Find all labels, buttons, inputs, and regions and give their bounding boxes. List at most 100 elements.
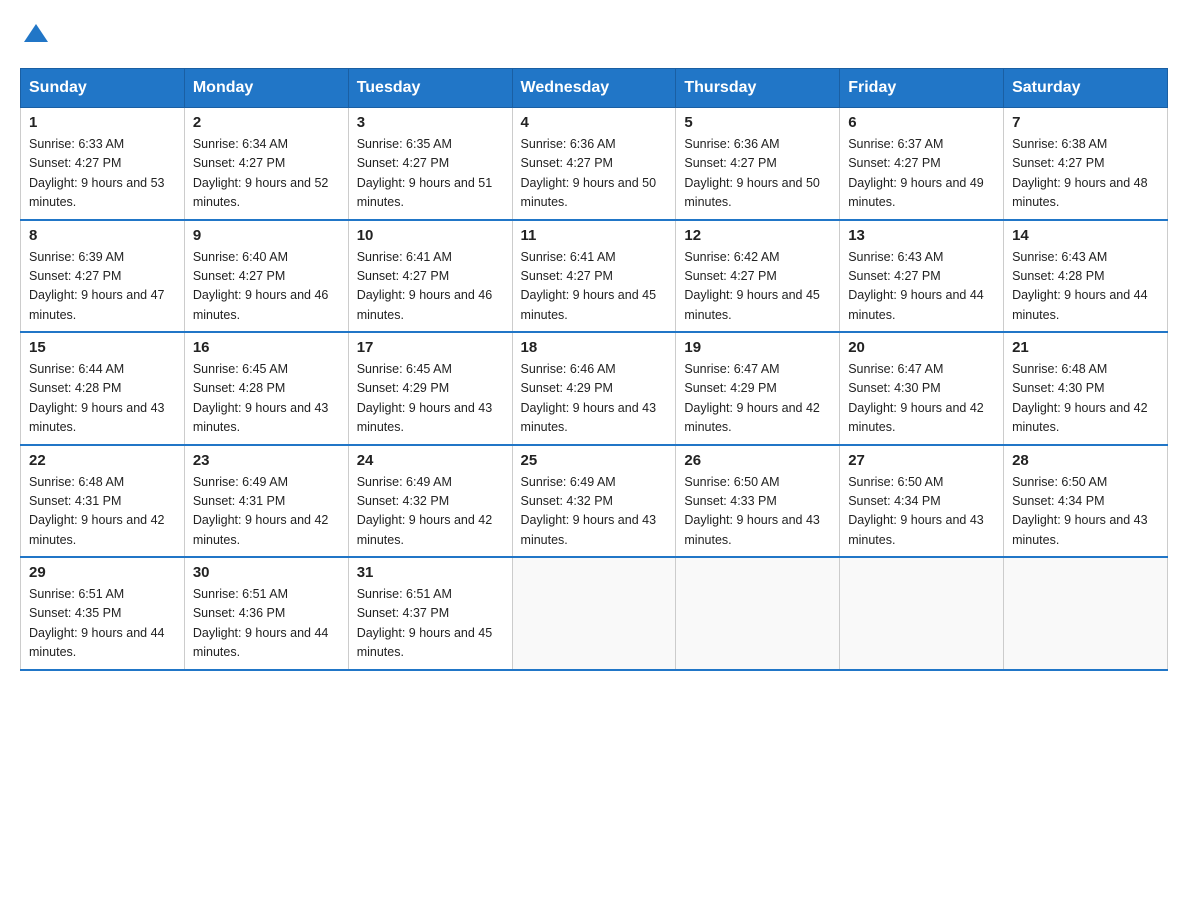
calendar-cell: 30 Sunrise: 6:51 AMSunset: 4:36 PMDayligh… [184, 557, 348, 670]
day-number: 4 [521, 114, 668, 131]
calendar-cell: 15 Sunrise: 6:44 AMSunset: 4:28 PMDayligh… [21, 332, 185, 445]
day-info: Sunrise: 6:45 AMSunset: 4:29 PMDaylight:… [357, 360, 504, 438]
calendar-cell: 31 Sunrise: 6:51 AMSunset: 4:37 PMDayligh… [348, 557, 512, 670]
calendar-cell: 14 Sunrise: 6:43 AMSunset: 4:28 PMDayligh… [1004, 220, 1168, 333]
day-info: Sunrise: 6:46 AMSunset: 4:29 PMDaylight:… [521, 360, 668, 438]
day-info: Sunrise: 6:37 AMSunset: 4:27 PMDaylight:… [848, 135, 995, 213]
day-info: Sunrise: 6:51 AMSunset: 4:35 PMDaylight:… [29, 585, 176, 663]
calendar-week-row: 29 Sunrise: 6:51 AMSunset: 4:35 PMDayligh… [21, 557, 1168, 670]
day-info: Sunrise: 6:41 AMSunset: 4:27 PMDaylight:… [521, 248, 668, 326]
day-number: 3 [357, 114, 504, 131]
day-info: Sunrise: 6:41 AMSunset: 4:27 PMDaylight:… [357, 248, 504, 326]
calendar-cell: 1Sunrise: 6:33 AMSunset: 4:27 PMDaylight… [21, 108, 185, 220]
calendar-cell: 26 Sunrise: 6:50 AMSunset: 4:33 PMDayligh… [676, 445, 840, 558]
day-number: 22 [29, 452, 176, 469]
calendar-week-row: 15 Sunrise: 6:44 AMSunset: 4:28 PMDayligh… [21, 332, 1168, 445]
day-info: Sunrise: 6:42 AMSunset: 4:27 PMDaylight:… [684, 248, 831, 326]
weekday-header-sunday: Sunday [21, 69, 185, 108]
day-number: 2 [193, 114, 340, 131]
day-number: 30 [193, 564, 340, 581]
day-info: Sunrise: 6:49 AMSunset: 4:32 PMDaylight:… [357, 473, 504, 551]
calendar-cell [676, 557, 840, 670]
calendar-cell: 12 Sunrise: 6:42 AMSunset: 4:27 PMDayligh… [676, 220, 840, 333]
day-info: Sunrise: 6:39 AMSunset: 4:27 PMDaylight:… [29, 248, 176, 326]
day-number: 6 [848, 114, 995, 131]
weekday-header-friday: Friday [840, 69, 1004, 108]
calendar-cell: 27 Sunrise: 6:50 AMSunset: 4:34 PMDayligh… [840, 445, 1004, 558]
day-info: Sunrise: 6:44 AMSunset: 4:28 PMDaylight:… [29, 360, 176, 438]
day-number: 20 [848, 339, 995, 356]
calendar-cell: 20 Sunrise: 6:47 AMSunset: 4:30 PMDayligh… [840, 332, 1004, 445]
calendar-cell: 2 Sunrise: 6:34 AMSunset: 4:27 PMDaylight… [184, 108, 348, 220]
calendar-cell: 25Sunrise: 6:49 AMSunset: 4:32 PMDayligh… [512, 445, 676, 558]
day-info: Sunrise: 6:51 AMSunset: 4:36 PMDaylight:… [193, 585, 340, 663]
calendar-cell: 21 Sunrise: 6:48 AMSunset: 4:30 PMDayligh… [1004, 332, 1168, 445]
day-number: 7 [1012, 114, 1159, 131]
weekday-header-saturday: Saturday [1004, 69, 1168, 108]
page-header [20, 20, 1168, 48]
day-number: 14 [1012, 227, 1159, 244]
day-info: Sunrise: 6:40 AMSunset: 4:27 PMDaylight:… [193, 248, 340, 326]
logo-triangle-icon [22, 20, 50, 48]
calendar-cell: 10 Sunrise: 6:41 AMSunset: 4:27 PMDayligh… [348, 220, 512, 333]
calendar-cell: 29 Sunrise: 6:51 AMSunset: 4:35 PMDayligh… [21, 557, 185, 670]
day-info: Sunrise: 6:47 AMSunset: 4:29 PMDaylight:… [684, 360, 831, 438]
day-info: Sunrise: 6:45 AMSunset: 4:28 PMDaylight:… [193, 360, 340, 438]
day-number: 28 [1012, 452, 1159, 469]
day-number: 26 [684, 452, 831, 469]
day-info: Sunrise: 6:48 AMSunset: 4:30 PMDaylight:… [1012, 360, 1159, 438]
day-info: Sunrise: 6:50 AMSunset: 4:34 PMDaylight:… [848, 473, 995, 551]
calendar-cell: 19 Sunrise: 6:47 AMSunset: 4:29 PMDayligh… [676, 332, 840, 445]
weekday-header-tuesday: Tuesday [348, 69, 512, 108]
calendar-cell: 13 Sunrise: 6:43 AMSunset: 4:27 PMDayligh… [840, 220, 1004, 333]
calendar-cell: 23Sunrise: 6:49 AMSunset: 4:31 PMDayligh… [184, 445, 348, 558]
calendar-cell: 7 Sunrise: 6:38 AMSunset: 4:27 PMDaylight… [1004, 108, 1168, 220]
calendar-week-row: 8 Sunrise: 6:39 AMSunset: 4:27 PMDaylight… [21, 220, 1168, 333]
day-number: 31 [357, 564, 504, 581]
day-number: 21 [1012, 339, 1159, 356]
day-number: 8 [29, 227, 176, 244]
calendar-cell [512, 557, 676, 670]
calendar-cell: 3 Sunrise: 6:35 AMSunset: 4:27 PMDaylight… [348, 108, 512, 220]
day-info: Sunrise: 6:35 AMSunset: 4:27 PMDaylight:… [357, 135, 504, 213]
day-number: 12 [684, 227, 831, 244]
calendar-cell [840, 557, 1004, 670]
day-number: 15 [29, 339, 176, 356]
weekday-header-thursday: Thursday [676, 69, 840, 108]
day-number: 13 [848, 227, 995, 244]
day-info: Sunrise: 6:48 AMSunset: 4:31 PMDaylight:… [29, 473, 176, 551]
day-number: 27 [848, 452, 995, 469]
day-info: Sunrise: 6:43 AMSunset: 4:27 PMDaylight:… [848, 248, 995, 326]
calendar-cell: 24 Sunrise: 6:49 AMSunset: 4:32 PMDayligh… [348, 445, 512, 558]
day-number: 5 [684, 114, 831, 131]
calendar-cell [1004, 557, 1168, 670]
calendar-cell: 6 Sunrise: 6:37 AMSunset: 4:27 PMDaylight… [840, 108, 1004, 220]
weekday-header-monday: Monday [184, 69, 348, 108]
day-info: Sunrise: 6:43 AMSunset: 4:28 PMDaylight:… [1012, 248, 1159, 326]
day-info: Sunrise: 6:34 AMSunset: 4:27 PMDaylight:… [193, 135, 340, 213]
day-info: Sunrise: 6:38 AMSunset: 4:27 PMDaylight:… [1012, 135, 1159, 213]
day-number: 23 [193, 452, 340, 469]
day-info: Sunrise: 6:47 AMSunset: 4:30 PMDaylight:… [848, 360, 995, 438]
day-info: Sunrise: 6:36 AMSunset: 4:27 PMDaylight:… [684, 135, 831, 213]
day-info: Sunrise: 6:36 AMSunset: 4:27 PMDaylight:… [521, 135, 668, 213]
day-number: 24 [357, 452, 504, 469]
calendar-cell: 11Sunrise: 6:41 AMSunset: 4:27 PMDayligh… [512, 220, 676, 333]
calendar-cell: 18Sunrise: 6:46 AMSunset: 4:29 PMDayligh… [512, 332, 676, 445]
calendar-cell: 22 Sunrise: 6:48 AMSunset: 4:31 PMDayligh… [21, 445, 185, 558]
day-info: Sunrise: 6:50 AMSunset: 4:33 PMDaylight:… [684, 473, 831, 551]
calendar-week-row: 22 Sunrise: 6:48 AMSunset: 4:31 PMDayligh… [21, 445, 1168, 558]
calendar-week-row: 1Sunrise: 6:33 AMSunset: 4:27 PMDaylight… [21, 108, 1168, 220]
day-number: 25 [521, 452, 668, 469]
calendar-cell: 8 Sunrise: 6:39 AMSunset: 4:27 PMDaylight… [21, 220, 185, 333]
weekday-header-wednesday: Wednesday [512, 69, 676, 108]
calendar-cell: 28Sunrise: 6:50 AMSunset: 4:34 PMDayligh… [1004, 445, 1168, 558]
day-number: 17 [357, 339, 504, 356]
weekday-header-row: SundayMondayTuesdayWednesdayThursdayFrid… [21, 69, 1168, 108]
day-info: Sunrise: 6:51 AMSunset: 4:37 PMDaylight:… [357, 585, 504, 663]
day-number: 29 [29, 564, 176, 581]
day-number: 10 [357, 227, 504, 244]
calendar-cell: 17 Sunrise: 6:45 AMSunset: 4:29 PMDayligh… [348, 332, 512, 445]
calendar-table: SundayMondayTuesdayWednesdayThursdayFrid… [20, 68, 1168, 671]
day-number: 19 [684, 339, 831, 356]
